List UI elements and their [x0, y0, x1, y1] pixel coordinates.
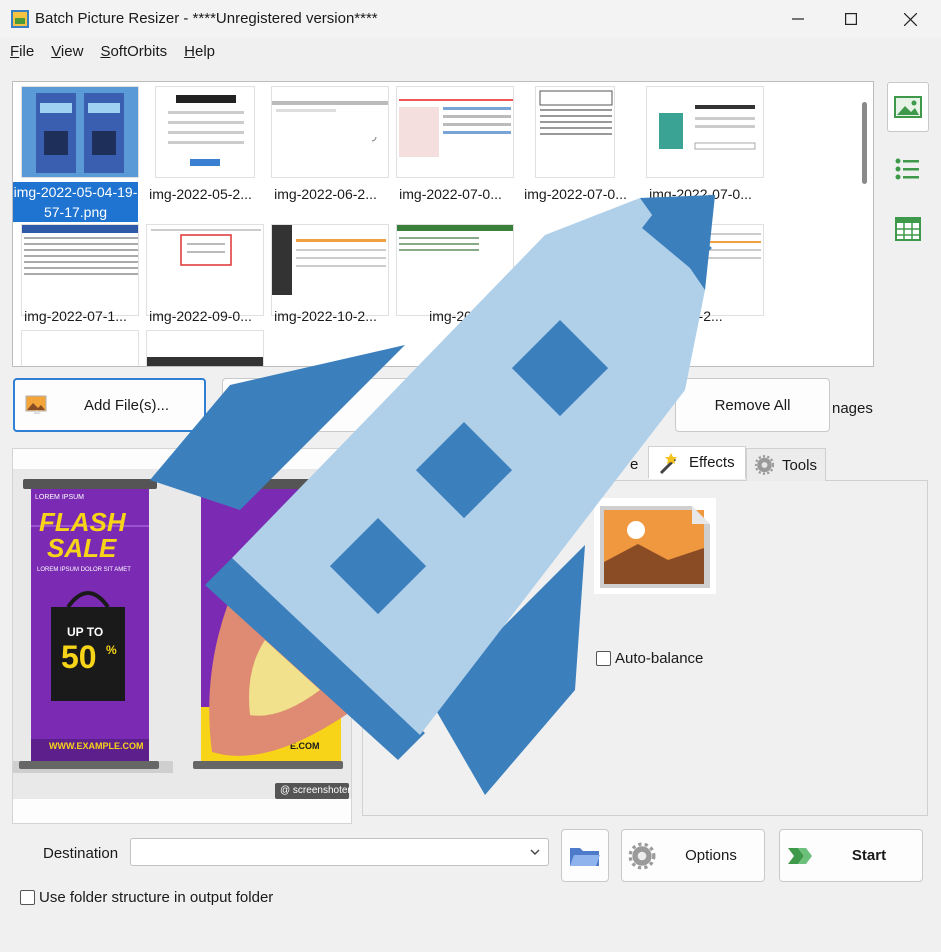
thumbnail-image	[271, 224, 389, 316]
tab-partial[interactable]: e	[622, 448, 646, 481]
start-label: Start	[851, 847, 887, 864]
maximize-icon	[845, 13, 857, 25]
thumbnail-image	[535, 86, 615, 178]
list-icon	[895, 158, 919, 180]
start-button[interactable]: Start	[779, 829, 923, 882]
browse-folder-button[interactable]	[561, 829, 609, 882]
table-icon	[895, 217, 921, 241]
use-folder-structure-checkbox[interactable]	[20, 890, 35, 905]
thumbnail-label: img-20	[429, 308, 472, 324]
minimize-button[interactable]	[769, 0, 827, 38]
tab-partial-label: e	[630, 456, 639, 473]
menu-softorbits[interactable]: SoftOrbits	[100, 43, 167, 60]
preview-subline: LOREM IPSUM DOLOR SIT AMET	[37, 567, 131, 573]
image-icon	[894, 96, 922, 118]
thumbnail-image	[155, 86, 255, 178]
use-folder-structure-label: Use folder structure in output folder	[39, 889, 274, 906]
table-view-button[interactable]	[887, 204, 929, 254]
grid-scrollbar[interactable]	[862, 102, 867, 184]
thumbnail-image	[21, 224, 139, 316]
thumbnail-label: img-2022-07-0...	[399, 186, 502, 202]
preview-headline-2: SALE	[47, 533, 117, 563]
gear-icon	[628, 842, 656, 870]
minimize-icon	[792, 18, 804, 20]
thumbnail-image	[646, 86, 764, 178]
magic-wand-icon	[659, 452, 677, 474]
gear-icon	[755, 455, 774, 475]
menu-file[interactable]: File	[10, 43, 34, 60]
thumbnail-label: -10-2...	[678, 308, 723, 324]
menu-bar: File View SoftOrbits Help	[0, 38, 941, 64]
options-button[interactable]: Options	[621, 829, 765, 882]
preview-offer-suffix: %	[106, 643, 117, 657]
folder-icon	[570, 847, 600, 866]
window-title: Batch Picture Resizer - ****Unregistered…	[35, 10, 378, 27]
preview-watermark: @ screenshoter	[280, 785, 351, 796]
options-label: Options	[685, 847, 737, 864]
start-arrow-icon	[788, 848, 812, 864]
thumbnail-image	[271, 86, 389, 178]
remove-all-label: Remove All	[714, 396, 791, 414]
preview-website-partial: E.COM	[290, 741, 320, 751]
destination-label: Destination	[43, 845, 119, 862]
tab-effects-label: Effects	[689, 454, 735, 471]
remove-all-button[interactable]: Remove All	[675, 378, 830, 432]
thumbnail-image	[396, 224, 514, 316]
menu-help[interactable]: Help	[184, 43, 215, 60]
chevron-down-icon	[530, 849, 540, 855]
add-files-button[interactable]: Add File(s)...	[13, 378, 206, 432]
destination-select[interactable]	[130, 838, 549, 866]
tab-effects[interactable]: Effects	[648, 446, 746, 479]
menu-view[interactable]: View	[51, 43, 83, 60]
tab-tools[interactable]: Tools	[746, 448, 826, 481]
image-preview: LOREM IPSUM FLASH SALE LOREM IPSUM DOLOR…	[12, 448, 352, 824]
title-bar: Batch Picture Resizer - ****Unregistered…	[0, 0, 941, 38]
add-files-label: Add File(s)...	[83, 396, 170, 414]
thumbnail-image	[646, 224, 764, 316]
thumbnail-label: img-2022-09-0...	[149, 308, 252, 324]
preview-brand-text: LOREM IPSUM	[35, 494, 85, 501]
preview-offer-value: 50	[61, 639, 97, 675]
app-icon	[11, 10, 29, 28]
close-icon	[903, 12, 917, 26]
thumbnail-view-button[interactable]	[887, 82, 929, 132]
thumbnail-image	[21, 86, 139, 178]
thumbnail-image	[146, 330, 264, 366]
thumbnail-label: img-2022-06-2...	[274, 186, 377, 202]
preview-offer-top: UP TO	[67, 625, 104, 639]
thumbnail-image	[21, 330, 139, 366]
auto-balance-checkbox[interactable]	[596, 651, 611, 666]
thumbnail-label: img-2022-05-04-19-57-17.png	[13, 182, 138, 222]
maximize-button[interactable]	[822, 0, 880, 38]
thumbnail-label: img-2022-07-1...	[24, 308, 127, 324]
remove-selected-button[interactable]	[222, 378, 482, 432]
image-list[interactable]: img-2022-05-04-19-57-17.png img-2022-05-…	[12, 81, 874, 367]
thumbnail-label: img-2022-05-2...	[149, 186, 252, 202]
preview-website: WWW.EXAMPLE.COM	[49, 741, 144, 751]
tab-tools-label: Tools	[781, 456, 817, 474]
list-view-button[interactable]	[887, 144, 929, 194]
images-count-label: nages	[832, 400, 873, 417]
thumbnail-image	[396, 86, 514, 178]
thumbnail-label: img-2022-10-2...	[274, 308, 377, 324]
thumbnail-label: img-2022-07-0...	[649, 186, 752, 202]
landscape-effect-icon	[600, 506, 710, 588]
auto-balance-label: Auto-balance	[615, 650, 704, 667]
add-image-icon	[25, 395, 47, 414]
thumbnail-image	[146, 224, 264, 316]
close-button[interactable]	[881, 0, 939, 38]
thumbnail-label: img-2022-07-0...	[524, 186, 627, 202]
effect-tile[interactable]	[594, 498, 716, 594]
